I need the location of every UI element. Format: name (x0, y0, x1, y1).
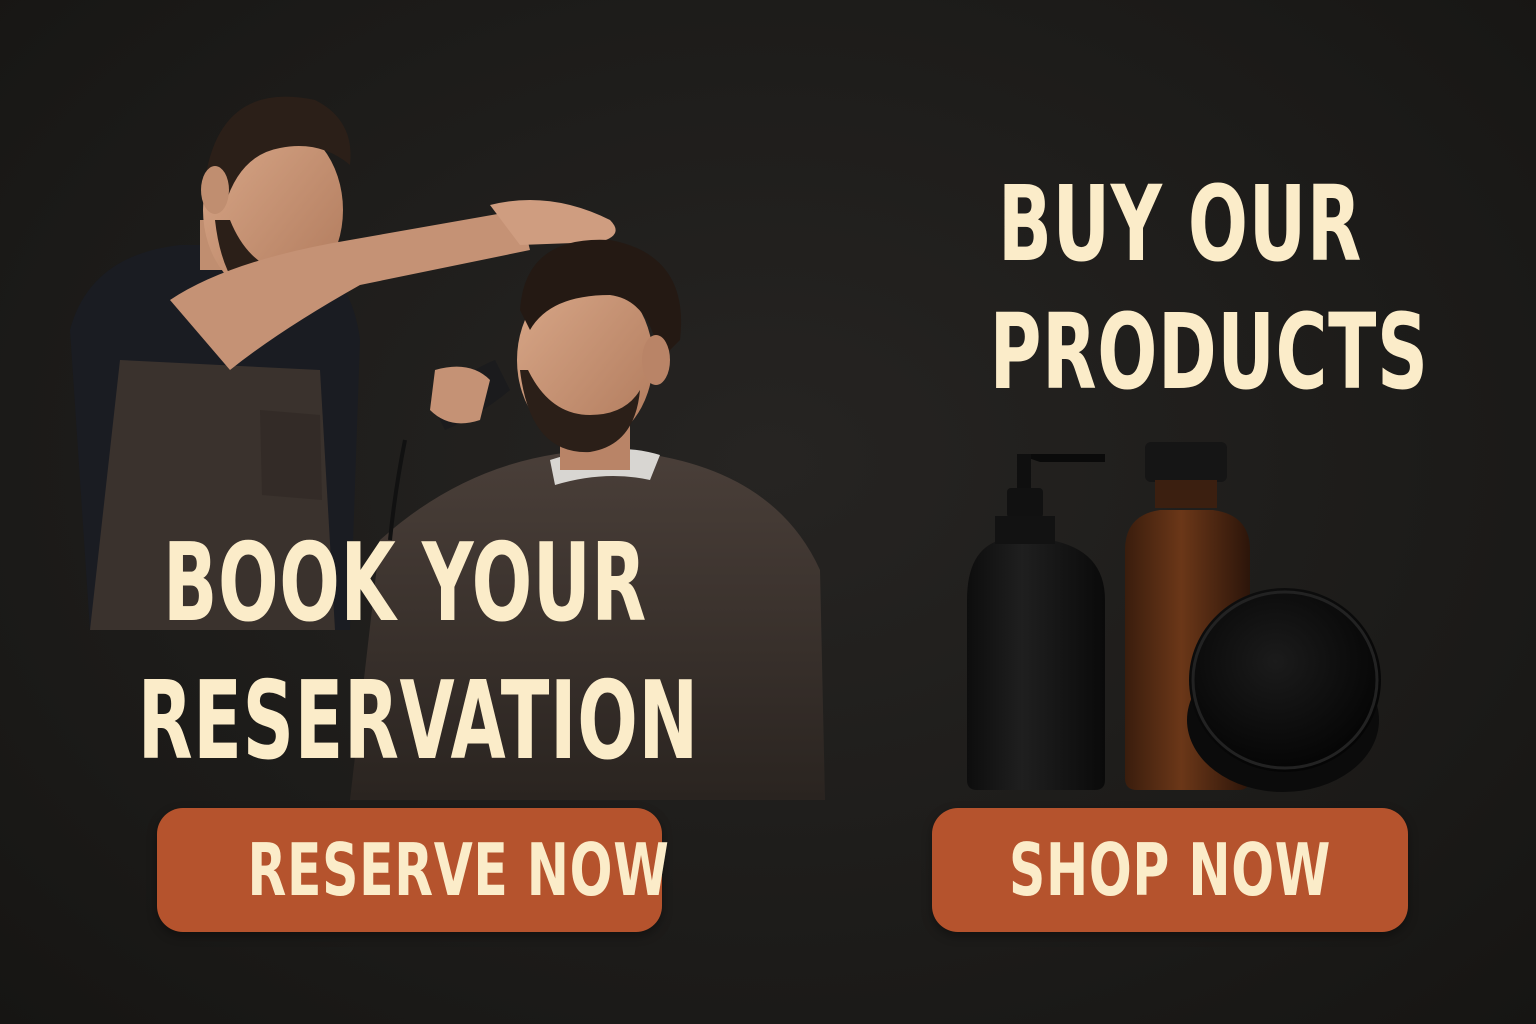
reservation-headline-line2: RESERVATION (137, 659, 699, 784)
products-headline-line2: PRODUCTS (989, 291, 1429, 413)
reservation-panel: BOOK YOUR RESERVATION RESERVE NOW (0, 0, 825, 1024)
reservation-headline-line1: BOOK YOUR (163, 521, 647, 646)
reserve-now-button[interactable]: RESERVE NOW (157, 808, 669, 932)
pomade-tin-icon (1187, 588, 1381, 792)
products-image (955, 440, 1415, 800)
products-panel: BUY OUR PRODUCTS SHOP NOW (900, 0, 1460, 1024)
reserve-now-label: RESERVE NOW (247, 828, 670, 912)
pump-bottle-icon (967, 454, 1105, 790)
products-headline-line1: BUY OUR (998, 163, 1362, 285)
shop-now-label: SHOP NOW (1008, 828, 1332, 912)
shop-now-button[interactable]: SHOP NOW (932, 808, 1408, 932)
